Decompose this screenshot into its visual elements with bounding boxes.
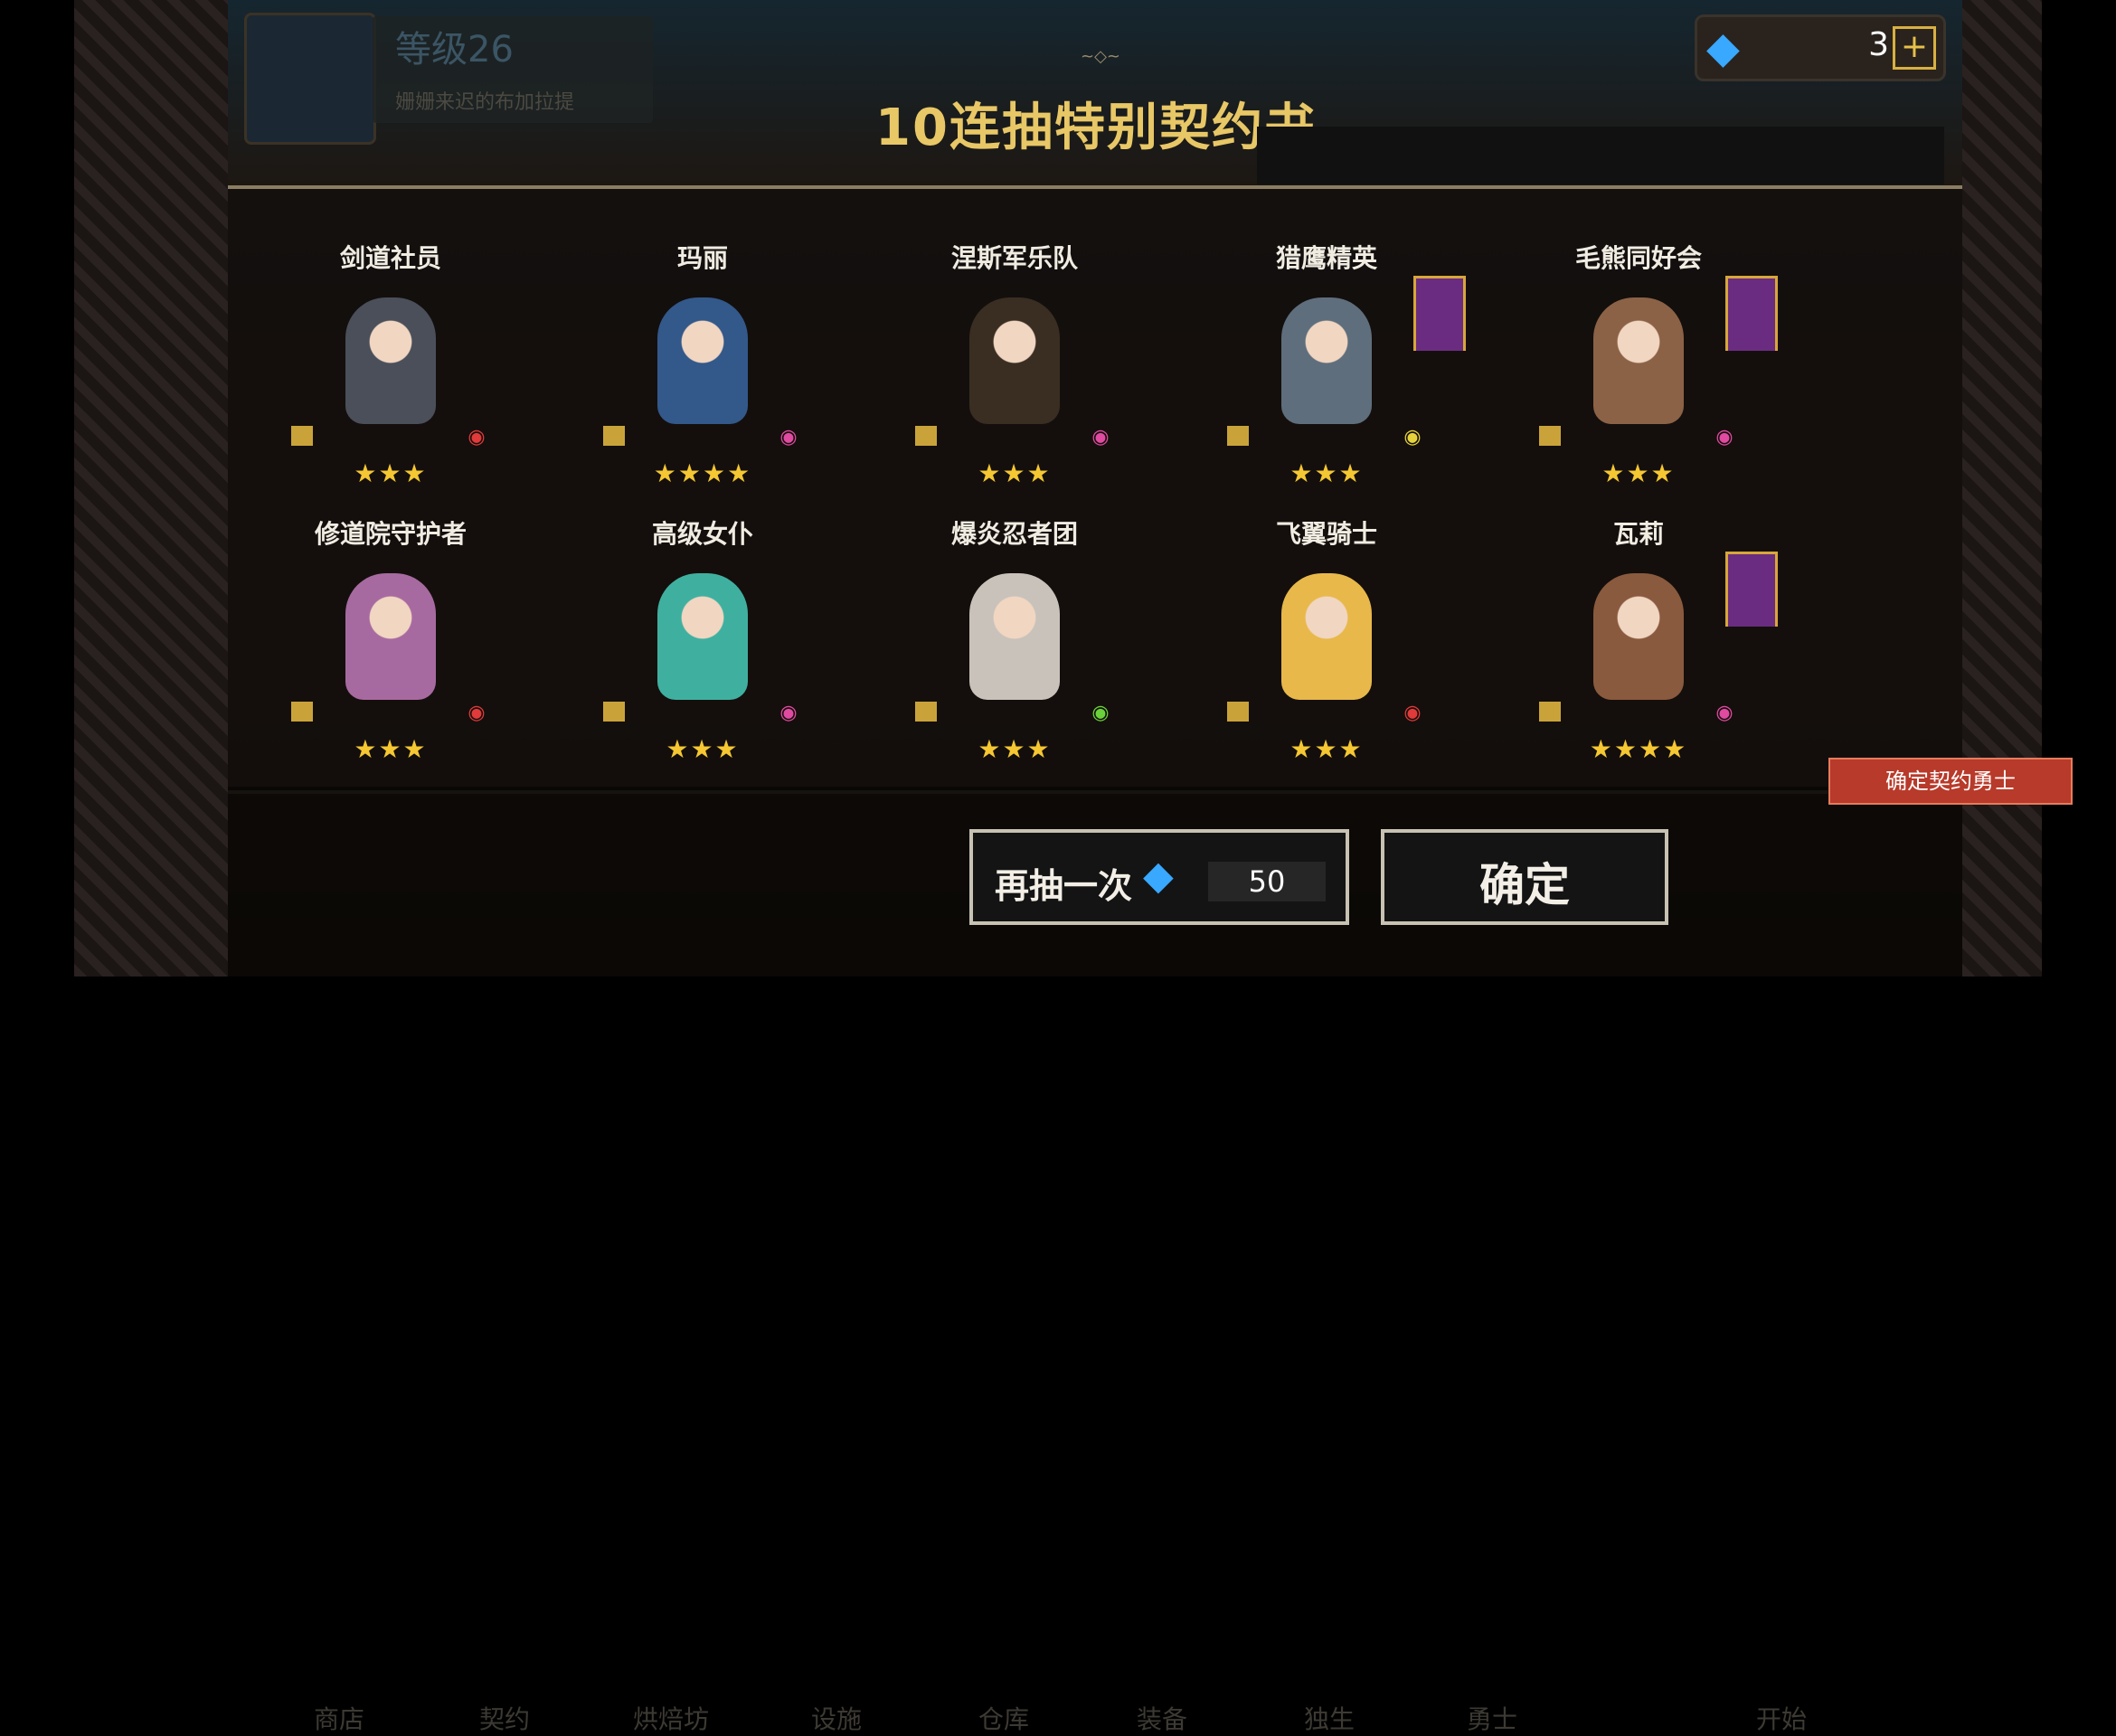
hero-card[interactable]: 修道院守护者 ◉ ★★★ xyxy=(237,465,544,764)
hero-name: 高级女仆 xyxy=(651,519,753,549)
hero-name: 玛丽 xyxy=(676,243,728,273)
hero-stars: ★★★ xyxy=(978,734,1052,764)
hero-name: 剑道社员 xyxy=(339,243,441,273)
hero-card[interactable]: 高级女仆 ◉ ★★★ xyxy=(549,465,856,764)
nav-equipment: 装备 xyxy=(1137,1704,1188,1734)
hero-sprite xyxy=(1281,297,1372,424)
hero-card[interactable]: 涅斯军乐队 ◉ ★★★ xyxy=(861,189,1168,488)
confirm-label: 确定 xyxy=(1479,859,1570,911)
confirm-hero-ribbon[interactable]: 确定契约勇士 xyxy=(1828,758,2073,805)
hero-card[interactable]: 爆炎忍者团 ◉ ★★★ xyxy=(861,465,1168,764)
hero-sprite xyxy=(345,573,436,700)
player-level: 等级26 xyxy=(395,29,514,71)
right-decorative-border xyxy=(1962,0,2042,976)
title-shadow-block xyxy=(1257,127,1944,184)
left-decorative-border xyxy=(74,0,228,976)
class-scroll-icon xyxy=(603,426,625,446)
guild-banner-icon xyxy=(1725,276,1778,351)
draw-cost: 50 xyxy=(1208,862,1326,901)
hero-card[interactable]: 瓦莉 ◉ ★★★★ xyxy=(1485,465,1792,764)
nav-facility: 设施 xyxy=(811,1704,863,1734)
game-stage: 等级26 姗姗来迟的布加拉提 ◆ 3 + ~◇~ 10连抽特别契约书 剑道社员 ◉… xyxy=(228,0,2073,1734)
element-icon: ◉ xyxy=(1091,702,1110,724)
hero-sprite xyxy=(1281,573,1372,700)
element-icon: ◉ xyxy=(468,702,486,724)
hero-card[interactable]: 毛熊同好会 ◉ ★★★ xyxy=(1485,189,1792,488)
hero-results-panel: 剑道社员 ◉ ★★★ 玛丽 ◉ ★★★★ 涅斯军乐队 ◉ ★★★ 猎鹰精英 ◉ ★★★ 毛熊同好会 ◉ ★★… xyxy=(228,185,1962,794)
hero-sprite xyxy=(969,297,1060,424)
gem-count: 3 xyxy=(1868,26,1889,63)
player-subtitle: 姗姗来迟的布加拉提 xyxy=(395,91,575,114)
hero-card[interactable]: 玛丽 ◉ ★★★★ xyxy=(549,189,856,488)
draw-again-label: 再抽一次 xyxy=(995,866,1133,906)
gem-counter: ◆ 3 + xyxy=(1695,14,1946,81)
hero-name: 爆炎忍者团 xyxy=(950,519,1078,549)
gem-icon: ◆ xyxy=(1143,853,1174,899)
nav-contract: 契约 xyxy=(479,1704,531,1734)
nav-shop: 商店 xyxy=(314,1704,365,1734)
element-icon: ◉ xyxy=(1403,702,1422,724)
guild-banner-icon xyxy=(1725,552,1778,627)
element-icon: ◉ xyxy=(1715,426,1733,448)
hero-sprite xyxy=(657,297,748,424)
nav-start: 开始 xyxy=(1756,1704,1808,1734)
element-icon: ◉ xyxy=(779,426,798,448)
hero-sprite xyxy=(657,573,748,700)
element-icon: ◉ xyxy=(1403,426,1422,448)
hero-stars: ★★★ xyxy=(1289,734,1364,764)
nav-train: 独生 xyxy=(1304,1704,1356,1734)
hero-sprite xyxy=(1593,573,1684,700)
hero-card[interactable]: 飞翼骑士 ◉ ★★★ xyxy=(1173,465,1480,764)
class-scroll-icon xyxy=(603,702,625,722)
guild-banner-icon xyxy=(1413,276,1466,351)
class-scroll-icon xyxy=(915,426,937,446)
class-scroll-icon xyxy=(1539,702,1561,722)
class-scroll-icon xyxy=(291,702,313,722)
hero-sprite xyxy=(1593,297,1684,424)
hero-sprite xyxy=(345,297,436,424)
add-gems-button[interactable]: + xyxy=(1893,26,1936,70)
nav-heroes: 勇士 xyxy=(1467,1704,1518,1734)
player-avatar[interactable] xyxy=(244,13,376,145)
hero-card[interactable]: 剑道社员 ◉ ★★★ xyxy=(237,189,544,488)
hero-stars: ★★★ xyxy=(354,734,428,764)
element-icon: ◉ xyxy=(468,426,486,448)
top-bar: 等级26 姗姗来迟的布加拉提 ◆ 3 + ~◇~ 10连抽特别契约书 xyxy=(228,0,1962,185)
class-scroll-icon xyxy=(291,426,313,446)
nav-warehouse: 仓库 xyxy=(978,1704,1030,1734)
confirm-button[interactable]: 确定 xyxy=(1381,829,1668,925)
title-ornament-icon: ~◇~ xyxy=(1080,47,1120,66)
class-scroll-icon xyxy=(1227,702,1249,722)
element-icon: ◉ xyxy=(1715,702,1733,724)
hero-sprite xyxy=(969,573,1060,700)
hero-name: 修道院守护者 xyxy=(314,519,467,549)
nav-bakery: 烘焙坊 xyxy=(633,1704,710,1734)
hero-card[interactable]: 猎鹰精英 ◉ ★★★ xyxy=(1173,189,1480,488)
element-icon: ◉ xyxy=(1091,426,1110,448)
class-scroll-icon xyxy=(1227,426,1249,446)
hero-stars: ★★★★ xyxy=(1589,734,1688,764)
hero-name: 毛熊同好会 xyxy=(1574,243,1702,273)
hero-name: 瓦莉 xyxy=(1612,519,1664,549)
left-black-edge xyxy=(0,0,74,976)
draw-again-button[interactable]: 再抽一次 ◆ 50 xyxy=(969,829,1349,925)
right-black-edge xyxy=(2042,0,2116,976)
hero-name: 飞翼骑士 xyxy=(1275,519,1377,549)
hero-name: 涅斯军乐队 xyxy=(950,243,1078,273)
element-icon: ◉ xyxy=(779,702,798,724)
gem-icon: ◆ xyxy=(1706,23,1740,73)
hero-name: 猎鹰精英 xyxy=(1275,243,1377,273)
hero-stars: ★★★ xyxy=(666,734,740,764)
class-scroll-icon xyxy=(915,702,937,722)
class-scroll-icon xyxy=(1539,426,1561,446)
